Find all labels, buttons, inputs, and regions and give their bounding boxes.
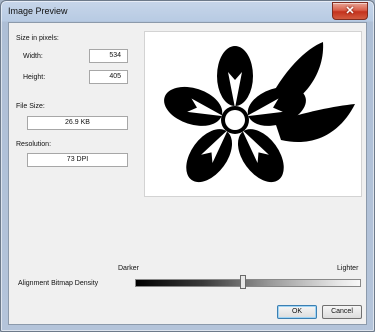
flower-icon	[164, 42, 355, 183]
width-label: Width:	[23, 53, 43, 60]
density-slider-thumb[interactable]	[240, 275, 246, 289]
file-size-field: 26.9 KB	[27, 116, 128, 130]
lighter-label: Lighter	[337, 265, 359, 272]
darker-label: Darker	[118, 265, 140, 272]
ok-button[interactable]: OK	[277, 305, 317, 319]
resolution-field: 73 DPI	[27, 153, 128, 167]
image-preview-panel	[144, 31, 362, 197]
image-preview-window: Image Preview ✕ Size in pixels: Width: 5…	[0, 0, 375, 332]
file-size-label: File Size:	[16, 103, 45, 110]
alignment-density-label: Alignment Bitmap Density	[18, 280, 99, 287]
height-field[interactable]: 405	[89, 70, 128, 84]
close-button[interactable]: ✕	[332, 2, 368, 20]
width-field[interactable]: 534	[89, 49, 128, 63]
height-label: Height:	[23, 74, 46, 81]
size-in-pixels-heading: Size in pixels:	[16, 35, 59, 42]
resolution-label: Resolution:	[16, 141, 52, 148]
title-bar[interactable]: Image Preview ✕	[1, 1, 374, 23]
window-title: Image Preview	[8, 6, 68, 16]
density-slider-track[interactable]	[135, 279, 361, 287]
close-icon: ✕	[345, 4, 355, 17]
dialog-body: Size in pixels: Width: 534 Height: 405 F…	[8, 22, 367, 325]
cancel-button[interactable]: Cancel	[322, 305, 362, 319]
